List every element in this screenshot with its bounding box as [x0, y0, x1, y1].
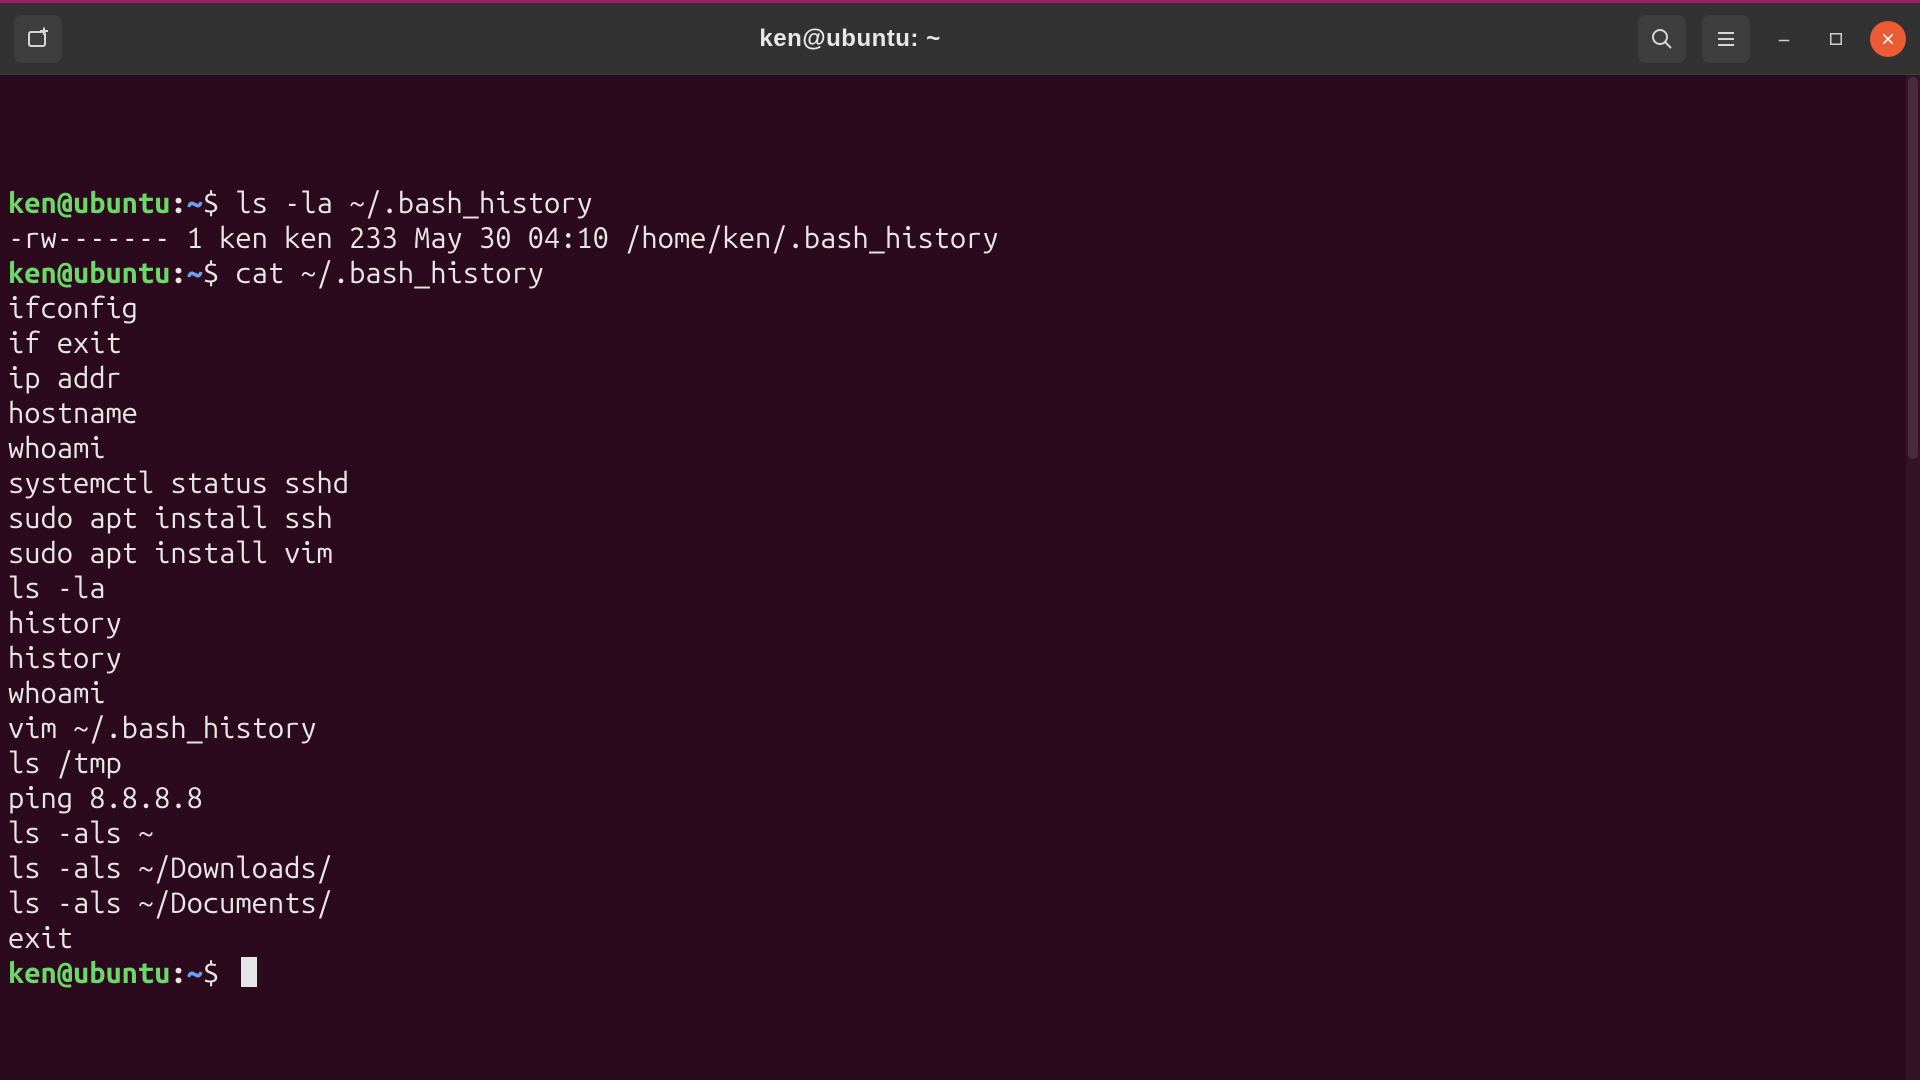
output-text: exit: [8, 922, 73, 954]
prompt-line: ken@ubuntu:~$ ls -la ~/.bash_history: [8, 186, 1912, 221]
command-text: ls -la ~/.bash_history: [235, 187, 592, 219]
output-line: -rw------- 1 ken ken 233 May 30 04:10 /h…: [8, 221, 1912, 256]
output-line: systemctl status sshd: [8, 466, 1912, 501]
minimize-button[interactable]: [1766, 21, 1802, 57]
output-line: vim ~/.bash_history: [8, 711, 1912, 746]
output-text: -rw------- 1 ken ken 233 May 30 04:10 /h…: [8, 222, 999, 254]
maximize-button[interactable]: [1818, 21, 1854, 57]
output-line: exit: [8, 921, 1912, 956]
output-line: ls /tmp: [8, 746, 1912, 781]
hamburger-icon: [1714, 27, 1738, 51]
scrollbar[interactable]: [1906, 75, 1920, 1080]
prompt-line: ken@ubuntu:~$: [8, 956, 1912, 991]
output-text: history: [8, 642, 122, 674]
close-icon: [1880, 31, 1896, 47]
maximize-icon: [1827, 30, 1845, 48]
scrollbar-thumb[interactable]: [1908, 77, 1918, 459]
output-line: whoami: [8, 431, 1912, 466]
output-line: sudo apt install vim: [8, 536, 1912, 571]
titlebar: ken@ubuntu: ~: [0, 3, 1920, 75]
minimize-icon: [1775, 30, 1793, 48]
output-line: ifconfig: [8, 291, 1912, 326]
output-text: vim ~/.bash_history: [8, 712, 317, 744]
close-button[interactable]: [1870, 21, 1906, 57]
new-tab-icon: [26, 27, 50, 51]
output-line: if exit: [8, 326, 1912, 361]
output-text: sudo apt install vim: [8, 537, 333, 569]
output-text: ls -la: [8, 572, 105, 604]
output-text: hostname: [8, 397, 138, 429]
output-line: ls -als ~: [8, 816, 1912, 851]
output-line: sudo apt install ssh: [8, 501, 1912, 536]
output-text: ping 8.8.8.8: [8, 782, 203, 814]
command-text: cat ~/.bash_history: [235, 257, 544, 289]
output-line: ls -als ~/Downloads/: [8, 851, 1912, 886]
output-line: ls -als ~/Documents/: [8, 886, 1912, 921]
output-line: whoami: [8, 676, 1912, 711]
cursor: [241, 957, 257, 987]
search-button[interactable]: [1638, 15, 1686, 63]
output-line: ip addr: [8, 361, 1912, 396]
prompt-line: ken@ubuntu:~$ cat ~/.bash_history: [8, 256, 1912, 291]
output-text: sudo apt install ssh: [8, 502, 333, 534]
output-text: systemctl status sshd: [8, 467, 349, 499]
output-line: hostname: [8, 396, 1912, 431]
search-icon: [1650, 27, 1674, 51]
terminal-window: ken@ubuntu: ~: [0, 0, 1920, 1080]
output-text: history: [8, 607, 122, 639]
output-text: ifconfig: [8, 292, 138, 324]
terminal-body[interactable]: ken@ubuntu:~$ ls -la ~/.bash_history-rw-…: [0, 75, 1920, 1080]
output-text: ls /tmp: [8, 747, 122, 779]
output-line: history: [8, 641, 1912, 676]
new-tab-button[interactable]: [14, 15, 62, 63]
menu-button[interactable]: [1702, 15, 1750, 63]
output-text: if exit: [8, 327, 122, 359]
output-text: ls -als ~/Downloads/: [8, 852, 333, 884]
output-text: whoami: [8, 432, 105, 464]
output-line: history: [8, 606, 1912, 641]
window-title: ken@ubuntu: ~: [62, 25, 1638, 53]
output-text: ip addr: [8, 362, 122, 394]
output-text: ls -als ~: [8, 817, 154, 849]
output-text: ls -als ~/Documents/: [8, 887, 333, 919]
output-line: ping 8.8.8.8: [8, 781, 1912, 816]
output-line: ls -la: [8, 571, 1912, 606]
output-text: whoami: [8, 677, 105, 709]
